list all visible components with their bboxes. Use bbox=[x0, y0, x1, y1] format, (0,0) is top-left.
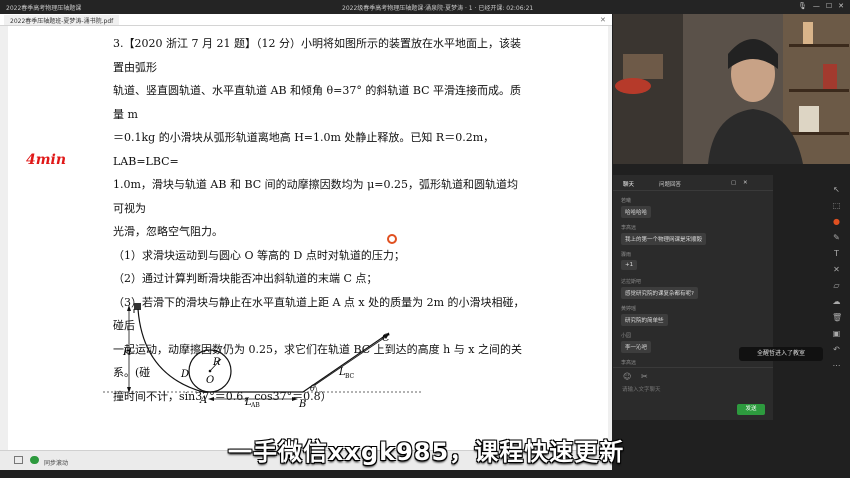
document-tabbar: 2022春季压轴题班-夏梦涛-涌书院.pdf ✕ bbox=[0, 14, 612, 26]
chat-message: 李高远我上的第一个物理网课是宋顺毅 bbox=[621, 224, 707, 245]
chat-close-icon[interactable]: ✕ bbox=[743, 180, 748, 186]
close-icon[interactable]: ✕ bbox=[838, 2, 844, 10]
sidebar-icon[interactable] bbox=[14, 456, 23, 464]
handwritten-annotation: 4min bbox=[26, 152, 67, 168]
emoji-icon[interactable]: ☺ bbox=[623, 372, 631, 381]
chat-message: 黄婷瑶研究院的简单些 bbox=[621, 305, 668, 326]
cloud-tool-icon[interactable]: ☁ bbox=[832, 297, 841, 306]
tab-close-icon[interactable]: ✕ bbox=[600, 16, 606, 24]
question-line: ＝0.1kg 的小滑块从弧形轨道离地高 H=1.0m 处静止释放。已知 R＝0.… bbox=[113, 131, 495, 168]
sub-question-2: （2）通过计算判断滑块能否冲出斜轨道的末端 C 点； bbox=[113, 272, 378, 285]
document-tab[interactable]: 2022春季压轴题班-夏梦涛-涌书院.pdf bbox=[4, 15, 120, 25]
eraser-tool-icon[interactable]: ✕ bbox=[832, 265, 841, 274]
pdf-page: 3.【2020 浙江 7 月 21 题】（12 分）小明将如图所示的装置放在水平… bbox=[8, 26, 608, 450]
slider-block bbox=[134, 303, 141, 310]
chat-message-author: 若曦 bbox=[621, 198, 632, 204]
app-title: 2022春季高考物理压轴题课 bbox=[6, 5, 82, 12]
chat-message-text: 我上的第一个物理网课是宋顺毅 bbox=[621, 233, 707, 245]
arc-track bbox=[137, 308, 204, 393]
question-line: 轨道、竖直圆轨道、水平直轨道 AB 和倾角 θ=37° 的斜轨道 BC 平滑连接… bbox=[113, 84, 522, 121]
chat-message-author: 小园 bbox=[621, 333, 632, 339]
title-bar: 2022春季高考物理压轴题课 2022级春季高考物理压轴题课·涌泉院·夏梦涛 ·… bbox=[0, 0, 850, 14]
chat-message-text: 感觉研究院的课复杂都有呢? bbox=[621, 287, 698, 299]
minimize-icon[interactable]: — bbox=[813, 2, 820, 10]
question-line: 1.0m，滑块与轨道 AB 和 BC 间的动摩擦因数均为 μ=0.25，弧形轨道… bbox=[113, 178, 518, 215]
chat-message-text: +1 bbox=[621, 260, 638, 270]
meeting-title: 2022级春季高考物理压轴题课·涌泉院·夏梦涛 · 1 · 已经开课: 02:0… bbox=[342, 5, 534, 12]
join-notification: 全醒哲进入了教室 bbox=[739, 347, 823, 361]
text-tool-icon[interactable]: T bbox=[832, 249, 841, 258]
label-LBC-sub: BC bbox=[345, 373, 355, 380]
label-theta: θ bbox=[310, 384, 315, 393]
scissors-icon[interactable]: ✂ bbox=[641, 372, 648, 381]
tab-qa[interactable]: 问题回答 bbox=[659, 180, 681, 188]
chat-message: 骤雨 +1 bbox=[621, 251, 638, 270]
shape-tool-icon[interactable]: ▱ bbox=[832, 281, 841, 290]
chat-message-text: 哈哈哈哈 bbox=[621, 206, 652, 218]
chat-message-text: 研究院的简单些 bbox=[621, 314, 668, 326]
pointer-tool-icon[interactable]: ↖ bbox=[832, 185, 841, 194]
pen-tool-icon[interactable]: ✎ bbox=[832, 233, 841, 242]
video-subtitle: 一手微信xxgk985，课程快速更新 bbox=[228, 438, 625, 466]
label-C: C bbox=[382, 333, 390, 344]
box-tool-icon[interactable]: ▣ bbox=[832, 329, 841, 338]
chat-message: 若曦 哈哈哈哈 bbox=[621, 197, 652, 218]
sync-toggle[interactable] bbox=[30, 456, 39, 464]
document-viewer[interactable]: 3.【2020 浙江 7 月 21 题】（12 分）小明将如图所示的装置放在水平… bbox=[0, 26, 612, 450]
mic-icon[interactable]: 🎙 bbox=[798, 2, 807, 10]
undo-tool-icon[interactable]: ↶ bbox=[832, 345, 841, 354]
laser-pointer bbox=[387, 234, 397, 244]
laser-tool-icon[interactable]: ● bbox=[832, 217, 841, 226]
app-window: 2022春季高考物理压轴题课 2022级春季高考物理压轴题课·涌泉院·夏梦涛 ·… bbox=[0, 0, 850, 478]
chat-input-placeholder: 请输入文字聊天 bbox=[622, 387, 661, 393]
chat-message-author: 达拉斯吧 bbox=[621, 279, 642, 285]
bc-track bbox=[302, 332, 390, 393]
label-LAB-sub: AB bbox=[250, 402, 260, 409]
label-A: A bbox=[199, 395, 207, 406]
question-line: 3.【2020 浙江 7 月 21 题】（12 分）小明将如图所示的装置放在水平… bbox=[113, 37, 521, 74]
label-H: H bbox=[122, 347, 132, 358]
chat-message-author: 李高远 bbox=[621, 225, 637, 231]
sync-label: 同步滚动 bbox=[44, 460, 69, 467]
label-O: O bbox=[206, 375, 214, 386]
maximize-icon[interactable]: ☐ bbox=[826, 2, 832, 10]
teacher-webcam bbox=[613, 14, 850, 164]
chat-tabs: 聊天 问题回答 ▢ ✕ bbox=[613, 175, 773, 191]
tab-chat[interactable]: 聊天 bbox=[623, 180, 634, 188]
question-line: 光滑，忽略空气阻力。 bbox=[113, 225, 223, 238]
chat-message: 达拉斯吧感觉研究院的课复杂都有呢? bbox=[621, 278, 698, 299]
track-diagram: H R D O A B C L AB L BC θ bbox=[103, 303, 423, 410]
chat-message-author: 黄婷瑶 bbox=[621, 306, 637, 312]
window-controls: 🎙 — ☐ ✕ bbox=[798, 2, 844, 10]
right-toolbar: ↖ ⬚ ● ✎ T ✕ ▱ ☁ 🗑 ▣ ↶ ⋯ bbox=[828, 180, 846, 380]
chat-message-text: 李一沁吧 bbox=[621, 341, 652, 353]
chat-message: 小园 李一沁吧 bbox=[621, 332, 652, 353]
send-button[interactable]: 发送 bbox=[737, 404, 765, 415]
sub-question-1: （1）求滑块运动到与圆心 O 等高的 D 点时对轨道的压力； bbox=[113, 248, 405, 262]
chat-message-author: 骤雨 bbox=[621, 252, 632, 258]
more-tool-icon[interactable]: ⋯ bbox=[832, 361, 841, 370]
label-B: B bbox=[298, 399, 306, 410]
chat-message-author: 李高远 bbox=[621, 360, 637, 366]
label-D: D bbox=[180, 369, 189, 380]
delete-tool-icon[interactable]: 🗑 bbox=[832, 313, 842, 322]
chat-window-icon[interactable]: ▢ bbox=[731, 180, 736, 186]
select-tool-icon[interactable]: ⬚ bbox=[832, 201, 841, 210]
label-R: R bbox=[212, 357, 221, 368]
